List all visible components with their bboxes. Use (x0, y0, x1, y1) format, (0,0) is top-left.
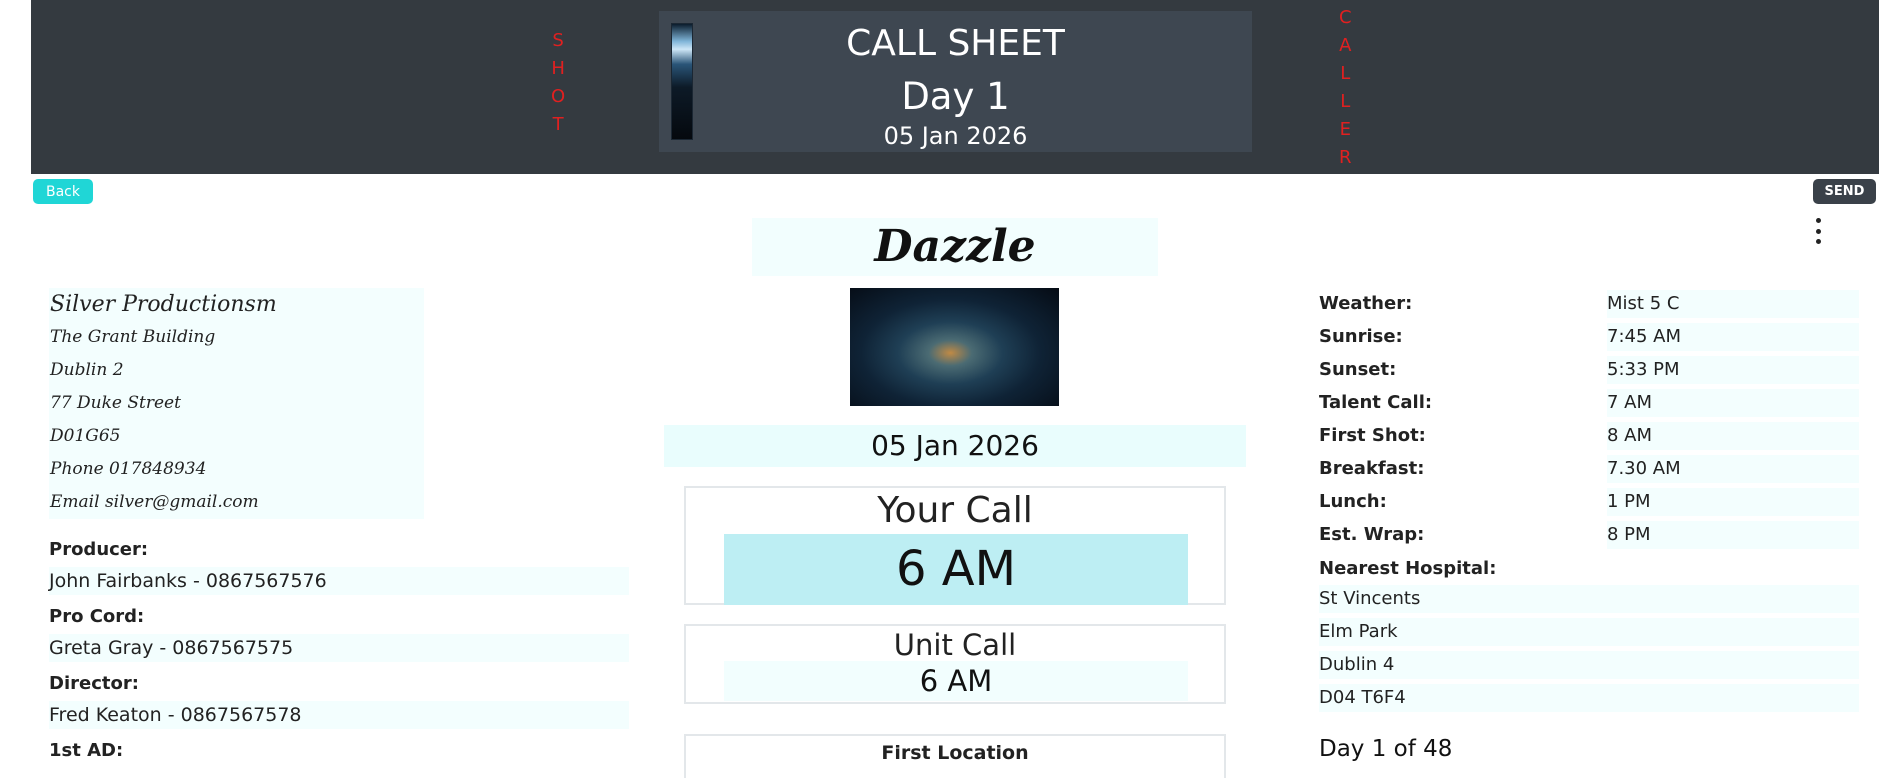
info-row: Sunrise: 7:45 AM (1319, 320, 1859, 353)
caller-letter: R (1339, 147, 1352, 168)
hospital-address-text: St Vincents (1319, 584, 1859, 613)
hospital-address-text: Dublin 4 (1319, 650, 1859, 679)
hospital-label: Nearest Hospital: (1319, 558, 1497, 579)
more-options-icon[interactable] (1810, 218, 1826, 244)
back-button[interactable]: Back (33, 179, 93, 204)
info-key: Breakfast: (1319, 458, 1425, 479)
shot-letter: T (552, 114, 564, 135)
kebab-dot (1815, 239, 1821, 244)
info-key: First Shot: (1319, 425, 1426, 446)
crew-contact: Fred Keaton - 0867567578 (49, 701, 629, 729)
shot-vertical-label: S H O T (551, 27, 565, 139)
info-value: 8 PM (1607, 520, 1859, 549)
info-value: Mist 5 C (1607, 289, 1859, 318)
info-value: 7:45 AM (1607, 322, 1859, 351)
kebab-dot (1815, 228, 1821, 234)
info-row: Weather: Mist 5 C (1319, 287, 1859, 320)
info-row: Sunset: 5:33 PM (1319, 353, 1859, 386)
header-date: 05 Jan 2026 (883, 122, 1028, 150)
caller-vertical-label: C A L L E R (1339, 4, 1352, 172)
info-value: 7.30 AM (1607, 454, 1859, 483)
unit-call-box: Unit Call 6 AM (684, 624, 1226, 704)
unit-call-value: 6 AM (724, 661, 1188, 701)
company-details: Silver Productionsm The Grant Building D… (49, 288, 424, 519)
company-address-line: The Grant Building (49, 321, 424, 354)
first-location-box: First Location (684, 734, 1226, 778)
unit-call-label: Unit Call (893, 628, 1017, 662)
info-row: Talent Call: 7 AM (1319, 386, 1859, 419)
crew-role-label: 1st AD: (49, 740, 124, 761)
day-title: Day 1 (901, 75, 1010, 118)
info-row: First Shot: 8 AM (1319, 419, 1859, 452)
info-key: Sunset: (1319, 359, 1397, 380)
your-call-value: 6 AM (724, 534, 1188, 605)
project-title: Dazzle (752, 218, 1158, 276)
hospital-address-line: D04 T6F4 (1319, 681, 1859, 714)
day-progress: Day 1 of 48 (1319, 736, 1453, 762)
header-bar: S H O T CALL SHEET Day 1 05 Jan 2026 C A… (31, 0, 1879, 174)
company-phone: Phone 017848934 (49, 453, 424, 486)
crew-contact: John Fairbanks - 0867567576 (49, 567, 629, 595)
company-address-line: Dublin 2 (49, 354, 424, 387)
hospital-address-line: Elm Park (1319, 615, 1859, 648)
info-value: 8 AM (1607, 421, 1859, 450)
call-sheet-page: S H O T CALL SHEET Day 1 05 Jan 2026 C A… (0, 0, 1899, 778)
info-value: 5:33 PM (1607, 355, 1859, 384)
crew-contact: Greta Gray - 0867567575 (49, 634, 629, 662)
info-key: Talent Call: (1319, 392, 1433, 413)
hospital-address-text: Elm Park (1319, 617, 1859, 646)
caller-letter: C (1339, 7, 1352, 28)
info-key: Lunch: (1319, 491, 1387, 512)
info-value: 1 PM (1607, 487, 1859, 516)
caller-letter: E (1339, 119, 1351, 140)
shot-letter: H (551, 58, 565, 79)
hospital-address-line: Dublin 4 (1319, 648, 1859, 681)
info-row: Est. Wrap: 8 PM (1319, 518, 1859, 551)
caller-letter: L (1340, 63, 1351, 84)
caller-letter: A (1339, 35, 1352, 56)
company-name: Silver Productionsm (49, 288, 424, 321)
shot-letter: O (551, 86, 566, 107)
info-row: Breakfast: 7.30 AM (1319, 452, 1859, 485)
kebab-dot (1815, 218, 1821, 223)
call-sheet-title: CALL SHEET (846, 23, 1065, 64)
company-address-line: D01G65 (49, 420, 424, 453)
caller-letter: L (1340, 91, 1351, 112)
nearest-hospital: Nearest Hospital: St Vincents Elm Park D… (1319, 556, 1859, 714)
hospital-address-text: D04 T6F4 (1319, 683, 1859, 712)
info-key: Weather: (1319, 293, 1413, 314)
company-email: Email silver@gmail.com (49, 486, 424, 519)
your-call-box: Your Call 6 AM (684, 486, 1226, 605)
first-location-label: First Location (881, 742, 1029, 764)
send-button[interactable]: SEND (1813, 179, 1876, 204)
info-key: Est. Wrap: (1319, 524, 1425, 545)
info-row: Lunch: 1 PM (1319, 485, 1859, 518)
hospital-address-line: St Vincents (1319, 582, 1859, 615)
shoot-info-list: Weather: Mist 5 C Sunrise: 7:45 AM Sunset:… (1319, 287, 1859, 551)
company-address-line: 77 Duke Street (49, 387, 424, 420)
your-call-label: Your Call (877, 490, 1033, 531)
shoot-date: 05 Jan 2026 (664, 425, 1246, 467)
project-image (850, 288, 1059, 406)
crew-list: Producer: John Fairbanks - 0867567576 Pr… (49, 538, 629, 772)
shot-letter: S (552, 30, 564, 51)
title-card: CALL SHEET Day 1 05 Jan 2026 (659, 11, 1252, 152)
info-key: Sunrise: (1319, 326, 1403, 347)
info-value: 7 AM (1607, 388, 1859, 417)
